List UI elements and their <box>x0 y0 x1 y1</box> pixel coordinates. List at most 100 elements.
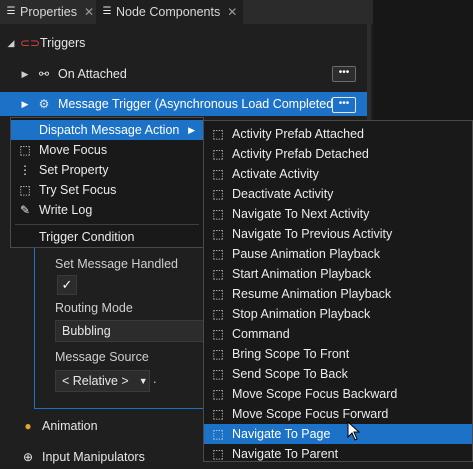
submenu-item-label: Command <box>232 327 290 341</box>
submenu-item-pause-animation-playback[interactable]: ⬚ Pause Animation Playback <box>204 244 472 264</box>
tab-node-components[interactable]: ☰ Node Components ✕ <box>96 0 244 24</box>
animation-label: Animation <box>42 419 98 433</box>
submenu-item-navigate-to-next-activity[interactable]: ⬚ Navigate To Next Activity <box>204 204 472 224</box>
tab-properties[interactable]: ☰ Properties ✕ <box>6 0 95 24</box>
message-action-icon: ⬚ <box>212 167 224 181</box>
submenu-arrow-icon: ▶ <box>188 124 195 135</box>
message-trigger-options-button[interactable]: ••• <box>332 97 356 113</box>
tab-properties-label: Properties <box>20 5 77 19</box>
expand-arrow-icon[interactable]: ▶ <box>20 69 30 80</box>
message-action-icon: ⬚ <box>212 287 224 301</box>
message-source-select[interactable]: < Relative > ▼ <box>55 370 150 392</box>
write-log-icon: ✎ <box>19 203 31 217</box>
message-action-icon: ⬚ <box>212 207 224 221</box>
close-icon[interactable]: ✕ <box>227 5 237 19</box>
submenu-item-label: Navigate To Page <box>232 427 331 441</box>
context-menu: Dispatch Message Action ▶ ⬚ Move Focus ⋮… <box>10 117 204 248</box>
submenu-item-send-scope-to-back[interactable]: ⬚ Send Scope To Back <box>204 364 472 384</box>
collapse-arrow-icon[interactable]: ◢ <box>6 38 16 49</box>
submenu-item-activity-prefab-detached[interactable]: ⬚ Activity Prefab Detached <box>204 144 472 164</box>
close-icon[interactable]: ✕ <box>84 5 94 19</box>
submenu-item-stop-animation-playback[interactable]: ⬚ Stop Animation Playback <box>204 304 472 324</box>
menu-separator <box>15 224 199 225</box>
menu-item-trigger-condition[interactable]: Trigger Condition <box>11 227 134 247</box>
dispatch-message-submenu: ⬚ Activity Prefab Attached ⬚ Activity Prefa… <box>203 120 473 462</box>
on-attached-label: On Attached <box>58 67 127 81</box>
triggers-label: Triggers <box>40 36 86 50</box>
input-manipulator-icon: ⊕ <box>22 450 34 464</box>
on-attached-options-button[interactable]: ••• <box>332 66 356 82</box>
submenu-item-label: Navigate To Previous Activity <box>232 227 393 241</box>
message-action-icon: ⬚ <box>212 347 224 361</box>
message-trigger-row[interactable]: ▶ ⚙ Message Trigger (Asynchronous Load C… <box>0 92 367 116</box>
menu-item-write-log[interactable]: ✎ Write Log <box>11 200 92 220</box>
menu-item-move-focus[interactable]: ⬚ Move Focus <box>11 140 107 160</box>
attached-icon: ⚯ <box>38 67 50 81</box>
submenu-item-label: Bring Scope To Front <box>232 347 350 361</box>
submenu-item-label: Start Animation Playback <box>232 267 371 281</box>
chevron-down-icon[interactable]: ▼ <box>139 376 148 386</box>
submenu-item-start-animation-playback[interactable]: ⬚ Start Animation Playback <box>204 264 472 284</box>
submenu-item-move-scope-focus-backward[interactable]: ⬚ Move Scope Focus Backward <box>204 384 472 404</box>
menu-item-label: Move Focus <box>39 143 108 157</box>
submenu-item-deactivate-activity[interactable]: ⬚ Deactivate Activity <box>204 184 472 204</box>
message-source-label: Message Source <box>55 350 149 364</box>
trigger-icon: ⊂⊃ <box>20 36 41 50</box>
submenu-item-label: Send Scope To Back <box>232 367 348 381</box>
message-action-icon: ⬚ <box>212 267 224 281</box>
message-trigger-icon: ⚙ <box>38 97 50 111</box>
routing-mode-select[interactable]: Bubbling <box>55 320 205 342</box>
message-trigger-label: Message Trigger (Asynchronous Load Compl… <box>58 97 338 111</box>
message-action-icon: ⬚ <box>212 387 224 401</box>
message-action-icon: ⬚ <box>212 127 224 141</box>
menu-item-try-set-focus[interactable]: ⬚ Try Set Focus <box>11 180 116 200</box>
menu-icon: ☰ <box>102 6 112 17</box>
submenu-item-label: Move Scope Focus Forward <box>232 407 389 421</box>
message-source-value: < Relative > <box>62 374 129 388</box>
submenu-item-navigate-to-previous-activity[interactable]: ⬚ Navigate To Previous Activity <box>204 224 472 244</box>
message-action-icon: ⬚ <box>212 447 224 461</box>
on-attached-row[interactable]: ▶ ⚯ On Attached <box>0 62 367 86</box>
submenu-item-label: Stop Animation Playback <box>232 307 371 321</box>
message-action-icon: ⬚ <box>212 187 224 201</box>
submenu-item-label: Navigate To Parent <box>232 447 339 461</box>
message-action-icon: ⬚ <box>212 307 224 321</box>
submenu-item-label: Resume Animation Playback <box>232 287 392 301</box>
tab-node-components-label: Node Components <box>116 5 221 19</box>
routing-mode-value: Bubbling <box>62 324 111 338</box>
submenu-item-activate-activity[interactable]: ⬚ Activate Activity <box>204 164 472 184</box>
menu-item-set-property[interactable]: ⋮ Set Property <box>11 160 108 180</box>
submenu-item-navigate-to-parent[interactable]: ⬚ Navigate To Parent <box>204 444 472 464</box>
set-message-handled-checkbox[interactable]: ✓ <box>57 275 77 295</box>
submenu-item-label: Navigate To Next Activity <box>232 207 370 221</box>
message-source-path: . <box>153 372 157 386</box>
message-action-icon: ⬚ <box>212 247 224 261</box>
message-action-icon: ⬚ <box>212 427 224 441</box>
message-action-icon: ⬚ <box>212 407 224 421</box>
menu-item-label: Dispatch Message Action <box>39 123 180 137</box>
routing-mode-label: Routing Mode <box>55 301 133 315</box>
message-action-icon: ⬚ <box>212 367 224 381</box>
message-action-icon: ⬚ <box>212 227 224 241</box>
triggers-header[interactable]: ◢ ⊂⊃ Triggers <box>0 31 367 55</box>
menu-item-label: Set Property <box>39 163 109 177</box>
menu-item-label: Write Log <box>39 203 93 217</box>
menu-item-label: Try Set Focus <box>39 183 117 197</box>
submenu-item-activity-prefab-attached[interactable]: ⬚ Activity Prefab Attached <box>204 124 472 144</box>
submenu-item-label: Pause Animation Playback <box>232 247 381 261</box>
submenu-item-navigate-to-page[interactable]: ⬚ Navigate To Page <box>204 424 472 444</box>
mouse-cursor-icon <box>347 421 361 441</box>
submenu-item-move-scope-focus-forward[interactable]: ⬚ Move Scope Focus Forward <box>204 404 472 424</box>
move-focus-icon: ⬚ <box>19 143 31 157</box>
menu-item-label: Trigger Condition <box>39 230 135 244</box>
submenu-item-label: Deactivate Activity <box>232 187 334 201</box>
menu-item-dispatch-message-action[interactable]: Dispatch Message Action ▶ <box>11 120 203 140</box>
expand-arrow-icon[interactable]: ▶ <box>20 99 30 110</box>
submenu-item-bring-scope-to-front[interactable]: ⬚ Bring Scope To Front <box>204 344 472 364</box>
submenu-item-resume-animation-playback[interactable]: ⬚ Resume Animation Playback <box>204 284 472 304</box>
set-property-icon: ⋮ <box>19 163 31 177</box>
submenu-item-command[interactable]: ⬚ Command <box>204 324 472 344</box>
submenu-item-label: Move Scope Focus Backward <box>232 387 398 401</box>
message-action-icon: ⬚ <box>212 327 224 341</box>
message-action-icon: ⬚ <box>212 147 224 161</box>
